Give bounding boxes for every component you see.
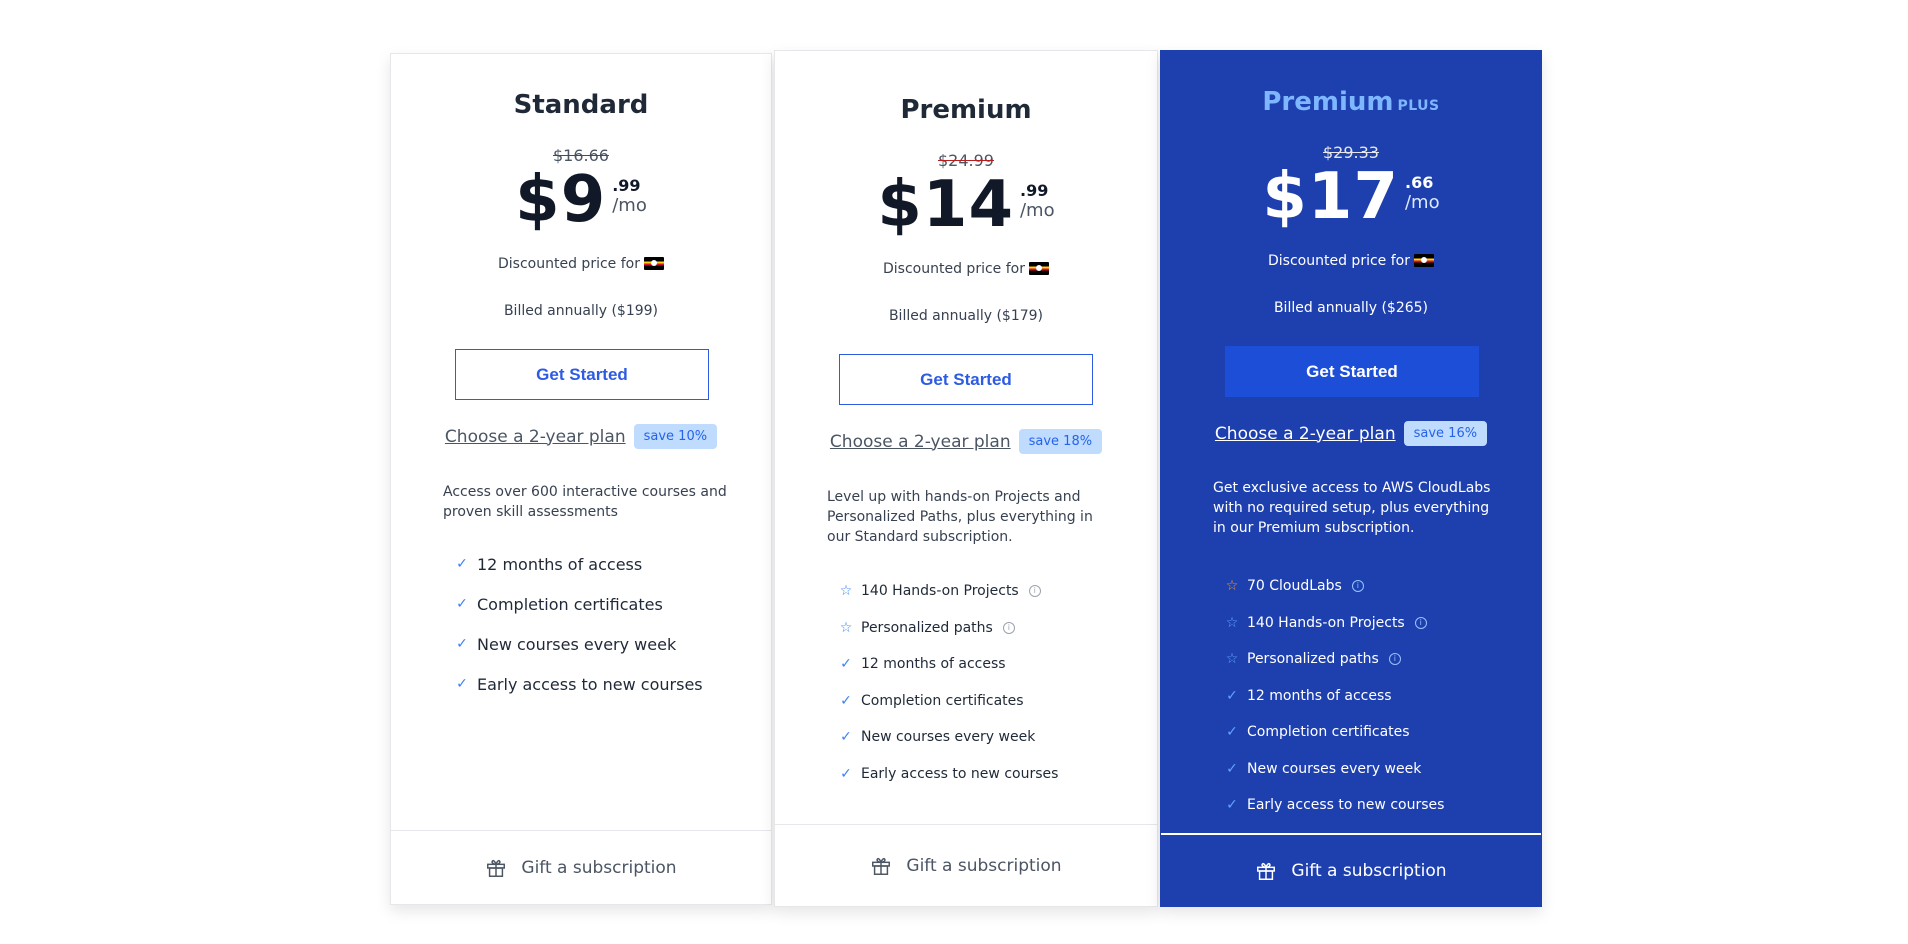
check-icon: ✓ <box>840 729 852 746</box>
price-amount: $17 <box>1262 160 1399 234</box>
feature-list: ☆ 70 CloudLabs i ☆ 140 Hands-on Projects i ☆… <box>1217 568 1517 824</box>
discount-text: Discounted price for <box>498 256 640 272</box>
price: $17 .66 /mo <box>1161 165 1541 229</box>
price-cents: .99 <box>612 176 641 195</box>
two-year-plan: Choose a 2-year plan save 16% <box>1161 421 1541 446</box>
plan-card-standard: Standard $16.66 $9 .99 /mo Discounted pr… <box>390 53 772 905</box>
price: $9 .99 /mo <box>391 168 771 232</box>
feature-item: ✓ Completion certificates <box>831 683 1131 720</box>
check-icon: ✓ <box>456 556 468 572</box>
billing-note: Billed annually ($199) <box>503 303 659 319</box>
price-period: /mo <box>1019 200 1055 221</box>
feature-item: ✓ Early access to new courses <box>447 664 747 704</box>
feature-item: ✓ 12 months of access <box>447 544 747 584</box>
price-amount: $9 <box>515 163 607 237</box>
gift-icon <box>1257 862 1276 880</box>
feature-item: ☆ 70 CloudLabs i <box>1217 568 1517 605</box>
gift-label: Gift a subscription <box>1291 860 1447 881</box>
uganda-flag-icon <box>1028 262 1049 275</box>
star-icon: ☆ <box>1225 578 1239 595</box>
billing-note: Billed annually ($265) <box>1273 300 1429 316</box>
gift-subscription-button[interactable]: Gift a subscription <box>1161 833 1541 906</box>
discount-note: Discounted price for <box>1161 253 1541 269</box>
plus-tag: PLUS <box>1397 98 1440 114</box>
two-year-plan-link[interactable]: Choose a 2-year plan <box>830 432 1011 452</box>
feature-item: ✓ New courses every week <box>831 719 1131 756</box>
feature-item: ✓ Early access to new courses <box>1217 787 1517 824</box>
plan-description: Access over 600 interactive courses and … <box>443 484 727 520</box>
check-icon: ✓ <box>1226 760 1238 777</box>
feature-item: ✓ New courses every week <box>1217 751 1517 788</box>
check-icon: ✓ <box>840 692 852 709</box>
feature-item: ☆ Personalized paths i <box>831 610 1131 647</box>
get-started-button[interactable]: Get Started <box>1225 346 1479 397</box>
two-year-plan: Choose a 2-year plan save 10% <box>391 424 771 449</box>
star-icon: ☆ <box>1225 614 1239 631</box>
get-started-button[interactable]: Get Started <box>455 349 709 400</box>
two-year-plan: Choose a 2-year plan save 18% <box>775 429 1157 454</box>
gift-icon <box>872 857 891 875</box>
gift-label: Gift a subscription <box>906 855 1062 876</box>
price-cents: .66 <box>1404 173 1434 192</box>
feature-item: ✓ Completion certificates <box>1217 714 1517 751</box>
check-icon: ✓ <box>840 656 852 673</box>
plan-title-text: Premium <box>1262 87 1394 117</box>
feature-item: ✓ 12 months of access <box>1217 678 1517 715</box>
discount-note: Discounted price for <box>391 256 771 272</box>
feature-item: ☆ 140 Hands-on Projects i <box>831 573 1131 610</box>
save-badge: save 10% <box>633 424 718 449</box>
discount-text: Discounted price for <box>1268 253 1410 269</box>
gift-label: Gift a subscription <box>521 857 677 878</box>
star-icon: ☆ <box>839 583 853 600</box>
check-icon: ✓ <box>456 676 468 692</box>
two-year-plan-link[interactable]: Choose a 2-year plan <box>445 427 626 447</box>
discount-text: Discounted price for <box>883 261 1025 277</box>
gift-subscription-button[interactable]: Gift a subscription <box>391 830 771 904</box>
check-icon: ✓ <box>456 636 468 652</box>
feature-item: ☆ Personalized paths i <box>1217 641 1517 678</box>
plan-description: Get exclusive access to AWS CloudLabs wi… <box>1213 480 1491 536</box>
plan-card-premium-plus: Premium PLUS $29.33 $17 .66 /mo Discounte… <box>1160 50 1542 907</box>
price-period: /mo <box>1404 192 1440 213</box>
feature-item: ✓ Completion certificates <box>447 584 747 624</box>
plan-card-premium: Premium $24.99 $14 .99 /mo Discounted pr… <box>774 50 1158 907</box>
info-icon[interactable]: i <box>1414 616 1427 629</box>
info-icon[interactable]: i <box>1351 580 1364 593</box>
two-year-plan-link[interactable]: Choose a 2-year plan <box>1215 424 1396 444</box>
feature-item: ☆ 140 Hands-on Projects i <box>1217 605 1517 642</box>
feature-item: ✓ Early access to new courses <box>831 756 1131 793</box>
check-icon: ✓ <box>456 596 468 612</box>
check-icon: ✓ <box>1226 797 1238 814</box>
billing-note: Billed annually ($179) <box>888 308 1044 324</box>
info-icon[interactable]: i <box>1388 653 1401 666</box>
gift-icon <box>487 859 506 877</box>
check-icon: ✓ <box>1226 687 1238 704</box>
price-cents: .99 <box>1019 181 1049 200</box>
get-started-button[interactable]: Get Started <box>839 354 1093 405</box>
save-badge: save 16% <box>1403 421 1488 446</box>
uganda-flag-icon <box>1413 254 1434 267</box>
check-icon: ✓ <box>1226 724 1238 741</box>
feature-list: ✓ 12 months of access ✓ Completion certifi… <box>447 544 747 704</box>
discount-note: Discounted price for <box>775 261 1157 277</box>
price: $14 .99 /mo <box>775 173 1157 237</box>
gift-subscription-button[interactable]: Gift a subscription <box>775 824 1157 906</box>
price-amount: $14 <box>877 168 1014 242</box>
plan-title: Premium PLUS <box>1161 87 1541 117</box>
star-icon: ☆ <box>839 619 853 636</box>
feature-item: ✓ 12 months of access <box>831 646 1131 683</box>
price-period: /mo <box>612 195 647 216</box>
info-icon[interactable]: i <box>1002 621 1015 634</box>
save-badge: save 18% <box>1018 429 1103 454</box>
feature-item: ✓ New courses every week <box>447 624 747 664</box>
plan-description: Level up with hands-on Projects and Pers… <box>827 489 1093 545</box>
plan-title: Premium <box>900 95 1032 125</box>
star-icon: ☆ <box>1225 651 1239 668</box>
feature-list: ☆ 140 Hands-on Projects i ☆ Personalized pa… <box>831 573 1131 792</box>
check-icon: ✓ <box>840 765 852 782</box>
info-icon[interactable]: i <box>1028 585 1041 598</box>
uganda-flag-icon <box>643 257 664 270</box>
plan-title: Standard <box>513 90 649 120</box>
